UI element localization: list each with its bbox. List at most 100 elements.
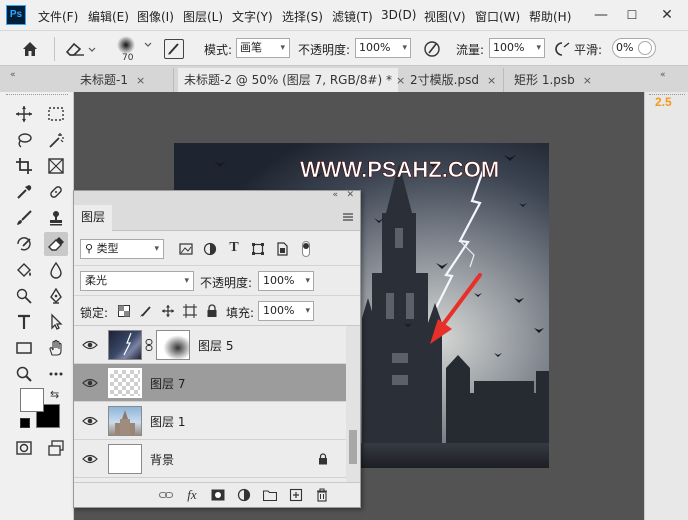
filter-toggle-switch[interactable] [302,241,310,257]
panel-menu-icon[interactable] [342,211,354,223]
visibility-eye-icon[interactable] [82,414,98,428]
brush-settings-icon[interactable] [164,39,184,59]
link-layers-icon[interactable] [158,487,174,503]
scrollbar-thumb[interactable] [349,430,357,464]
lock-transparent-icon[interactable] [116,303,132,319]
zoom-tool-icon[interactable] [12,362,36,386]
layer-style-fx-icon[interactable]: fx [184,487,200,503]
menu-select[interactable]: 选择(S) [282,8,323,25]
visibility-eye-icon[interactable] [82,338,98,352]
pen-tool-icon[interactable] [44,284,68,308]
filter-type-select[interactable]: ⚲ 类型 ▾ [80,239,164,259]
frame-tool-icon[interactable] [44,154,68,178]
menu-type[interactable]: 文字(Y) [232,8,273,25]
smoothing-input[interactable]: 0% [612,38,656,58]
opacity-input[interactable]: 100% ▾ [355,38,411,58]
tab-untitled-2[interactable]: 未标题-2 @ 50% (图层 7, RGB/8#) * × [178,68,405,92]
swap-colors-icon[interactable]: ⇆ [50,388,59,401]
crop-tool-icon[interactable] [12,154,36,178]
brush-preset-picker[interactable]: 70 [112,36,152,66]
default-colors-icon[interactable] [20,418,30,428]
tab-2cun-template[interactable]: 2寸模版.psd × [404,68,504,92]
magic-wand-icon[interactable] [44,128,68,152]
airbrush-icon[interactable] [552,39,572,59]
paint-bucket-icon[interactable] [12,258,36,282]
clone-stamp-icon[interactable] [44,206,68,230]
lock-row: 锁定: 填充: 100% ▾ [74,295,360,323]
close-button[interactable]: ✕ [656,4,678,26]
menu-filter[interactable]: 滤镜(T) [332,8,373,25]
type-tool-icon[interactable] [12,310,36,334]
visibility-eye-icon[interactable] [82,376,98,390]
eyedropper-icon[interactable] [12,180,36,204]
tab-rectangle-1[interactable]: 矩形 1.psb × [508,68,600,92]
layer-mask-thumbnail[interactable] [156,330,190,360]
adjustment-layer-icon[interactable] [236,487,252,503]
menu-layer[interactable]: 图层(L) [183,8,223,25]
eraser-preset-icon[interactable] [64,39,96,59]
home-icon[interactable] [20,39,40,59]
image-filter-icon[interactable] [178,241,194,257]
type-filter-icon[interactable]: T [226,240,242,256]
close-tab-icon[interactable]: × [136,74,145,87]
menu-file[interactable]: 文件(F) [38,8,78,25]
menu-3d[interactable]: 3D(D) [381,8,416,22]
menu-edit[interactable]: 编辑(E) [88,8,129,25]
layer-row-1[interactable]: 图层 1 [74,402,346,440]
eraser-tool-icon[interactable] [44,232,68,256]
lock-artboard-icon[interactable] [182,303,198,319]
layer-list-scrollbar[interactable] [346,326,360,483]
layer-row-background[interactable]: 背景 [74,440,346,478]
hand-tool-icon[interactable] [44,336,68,360]
new-group-icon[interactable] [262,487,278,503]
move-tool-icon[interactable] [12,102,36,126]
menu-image[interactable]: 图像(I) [137,8,174,25]
layer-opacity-input[interactable]: 100% ▾ [258,271,314,291]
tab-layers[interactable]: 图层 [74,205,112,231]
lock-position-icon[interactable] [160,303,176,319]
history-brush-icon[interactable] [12,232,36,256]
collapse-panel-icon[interactable]: « [332,190,338,200]
new-layer-icon[interactable] [288,487,304,503]
layer-row-5[interactable]: 图层 5 [74,326,346,364]
lasso-tool-icon[interactable] [12,128,36,152]
brush-tool-icon[interactable] [12,206,36,230]
adjustment-filter-icon[interactable] [202,241,218,257]
maximize-button[interactable]: ☐ [621,4,643,26]
collapse-panels-icon[interactable]: « [660,70,666,80]
menu-help[interactable]: 帮助(H) [529,8,571,25]
close-panel-icon[interactable]: ✕ [346,190,354,200]
marquee-tool-icon[interactable] [44,102,68,126]
dodge-tool-icon[interactable] [12,284,36,308]
quick-mask-icon[interactable] [12,436,36,460]
smart-object-filter-icon[interactable] [274,241,290,257]
menu-window[interactable]: 窗口(W) [475,8,520,25]
menu-view[interactable]: 视图(V) [424,8,466,25]
foreground-color-swatch[interactable] [20,388,44,412]
mode-select[interactable]: 画笔 ▾ [236,38,290,58]
layer-row-7[interactable]: 图层 7 [74,364,346,402]
fill-input[interactable]: 100% ▾ [258,301,314,321]
blend-mode-select[interactable]: 柔光 ▾ [80,271,194,291]
chain-link-icon[interactable] [145,339,153,351]
healing-brush-icon[interactable] [44,180,68,204]
more-tools-icon[interactable] [44,362,68,386]
shape-filter-icon[interactable] [250,241,266,257]
pressure-opacity-icon[interactable] [422,39,442,59]
rectangle-tool-icon[interactable] [12,336,36,360]
flow-input[interactable]: 100% ▾ [489,38,545,58]
tab-untitled-1[interactable]: 未标题-1 × [74,68,174,92]
lock-all-icon[interactable] [204,303,220,319]
close-tab-icon[interactable]: × [487,74,496,87]
path-selection-icon[interactable] [44,310,68,334]
close-tab-icon[interactable]: × [583,74,592,87]
screen-mode-icon[interactable] [44,436,68,460]
add-mask-icon[interactable] [210,487,226,503]
blur-tool-icon[interactable] [44,258,68,282]
layers-panel-titlebar[interactable]: « ✕ [74,190,360,205]
visibility-eye-icon[interactable] [82,452,98,466]
delete-layer-icon[interactable] [314,487,330,503]
minimize-button[interactable]: — [590,4,612,26]
lock-pixels-icon[interactable] [138,303,154,319]
collapse-toolbar-icon[interactable]: « [10,70,16,80]
